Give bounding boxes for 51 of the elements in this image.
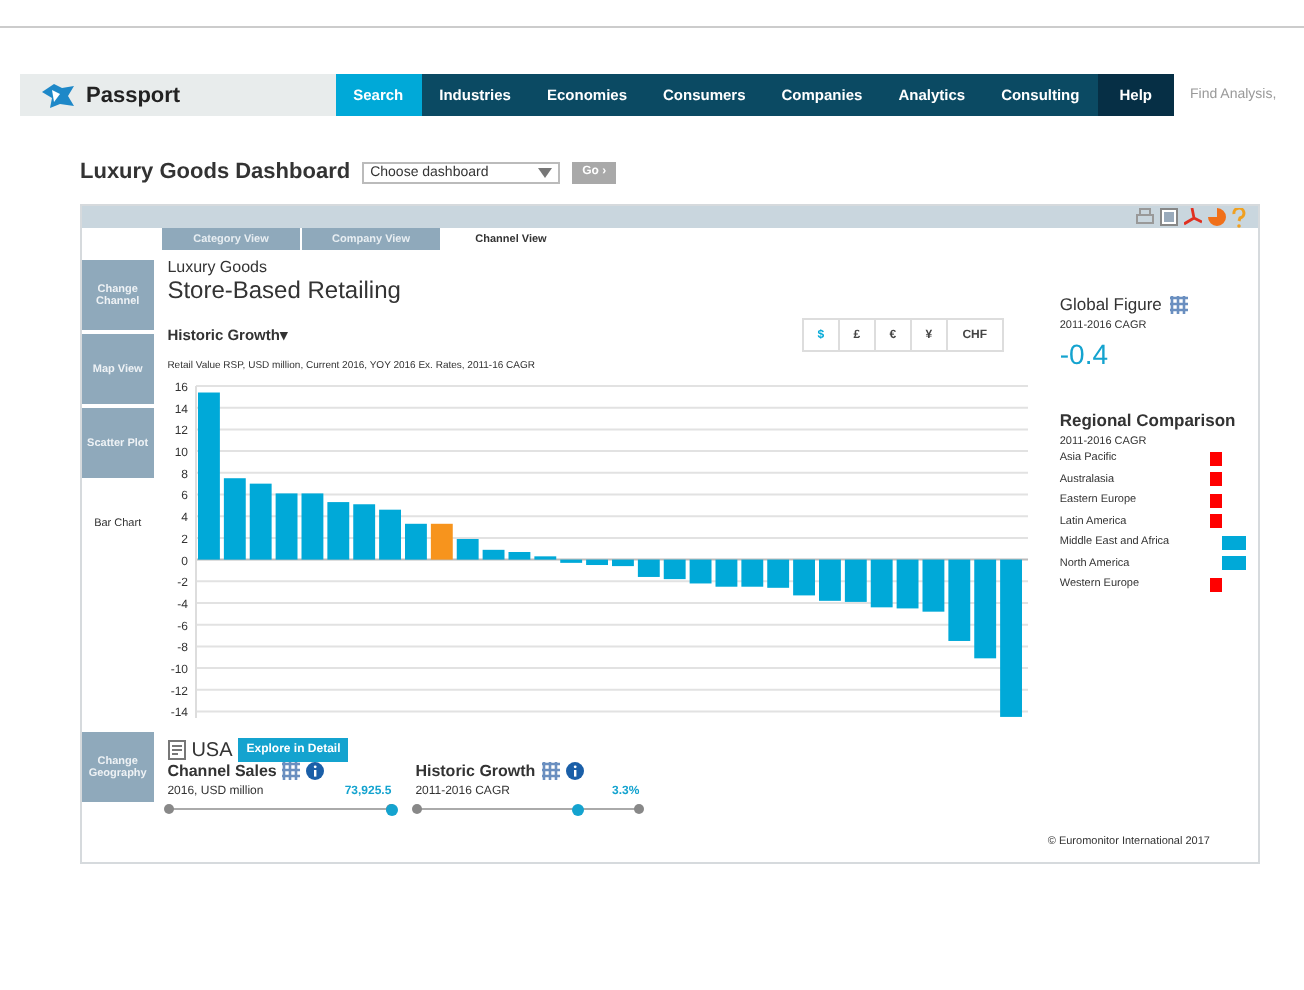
bar: [326, 502, 349, 560]
table-icon[interactable]: [282, 762, 301, 780]
pdf-icon[interactable]: [1184, 208, 1202, 226]
bar: [766, 559, 789, 588]
slider-thumb[interactable]: [385, 803, 398, 815]
document-icon: [167, 740, 186, 760]
logo-text[interactable]: Passport: [86, 83, 181, 107]
info-icon[interactable]: [565, 762, 584, 780]
dashboard-title: Luxury Goods Dashboard: [80, 160, 351, 184]
bar: [870, 559, 892, 608]
bar: [792, 559, 815, 596]
info-icon[interactable]: [306, 762, 325, 780]
bar: [300, 493, 323, 560]
regional-title: Regional Comparison: [1059, 410, 1238, 430]
slider-thumb[interactable]: [572, 803, 585, 815]
channel-title: Store-Based Retailing: [167, 276, 403, 304]
bar: [404, 523, 427, 560]
bar: [714, 559, 737, 587]
table-icon[interactable]: [1169, 295, 1188, 313]
bar: [507, 552, 530, 560]
bar: [947, 559, 970, 641]
bar: [663, 559, 685, 580]
geography-name: USA: [191, 739, 233, 761]
bar: [352, 504, 375, 560]
bar: [896, 559, 918, 609]
bar: [585, 559, 608, 565]
print-icon[interactable]: [1136, 208, 1154, 226]
global-figure-title: Global Figure: [1059, 294, 1162, 314]
bar: [223, 478, 246, 560]
image-icon[interactable]: [1160, 208, 1178, 226]
global-figure-value: -0.4: [1059, 338, 1110, 370]
bar: [456, 539, 478, 560]
caret-icon: [538, 167, 553, 177]
chart-icon[interactable]: [1208, 208, 1226, 226]
bar: [430, 523, 453, 560]
metric-title: Historic Growth: [415, 762, 536, 780]
bar: [249, 483, 271, 560]
category-label: Luxury Goods: [167, 258, 269, 276]
table-icon[interactable]: [541, 762, 560, 780]
bar: [844, 559, 867, 602]
metric-title: Channel Sales: [167, 762, 277, 780]
bar: [973, 559, 996, 659]
bar: [378, 509, 401, 560]
bar: [921, 559, 944, 612]
logo-icon: [40, 81, 76, 109]
bar: [818, 559, 841, 601]
bar: [482, 549, 504, 560]
bar: [689, 559, 711, 584]
bar: [740, 559, 763, 587]
bar: [611, 559, 634, 567]
bar: [275, 493, 297, 560]
